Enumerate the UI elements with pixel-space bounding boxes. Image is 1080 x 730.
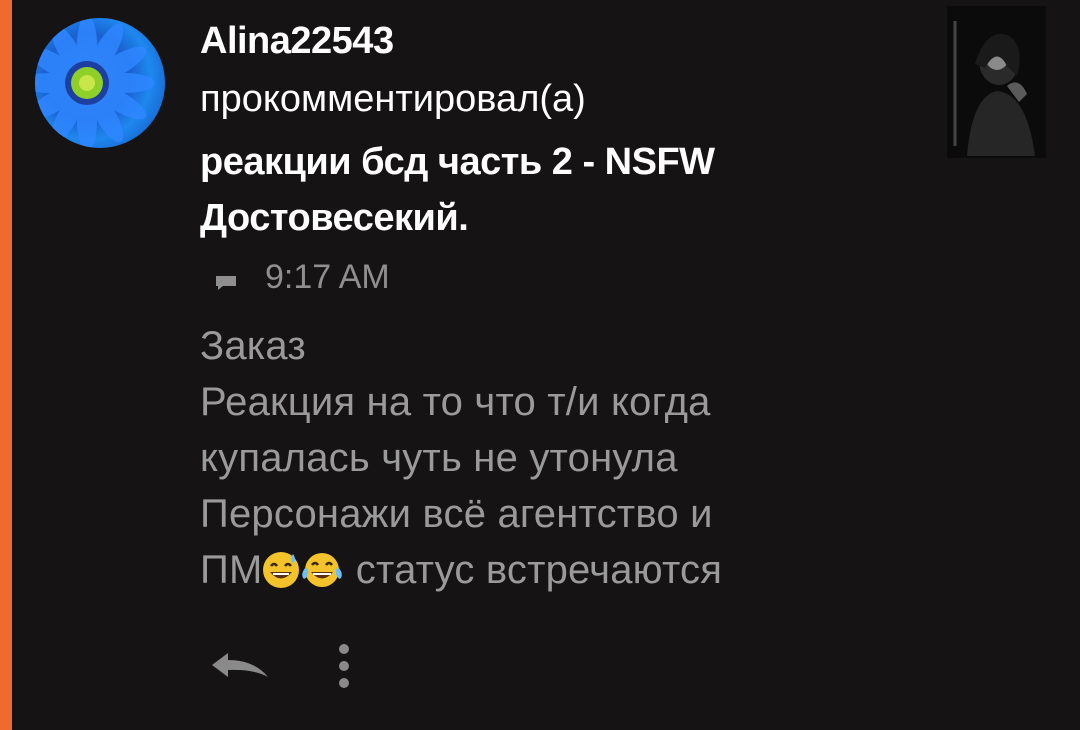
action-text: прокомментировал(а) [200, 78, 586, 120]
tears-of-joy-emoji [300, 548, 344, 604]
reply-icon [212, 653, 268, 677]
comment-line: купалась чуть не утонула [200, 436, 678, 480]
username[interactable]: Alina22543 [200, 20, 394, 63]
more-options-button[interactable] [332, 640, 356, 692]
post-title[interactable]: реакции бсд часть 2 - NSFW Достовесекий. [200, 134, 920, 246]
comment-line-prefix: ПМ [200, 548, 263, 592]
reply-button[interactable] [208, 645, 274, 685]
avatar[interactable] [35, 18, 165, 148]
comment-body: Заказ Реакция на то что т/и когда купала… [200, 318, 920, 604]
comment-notification[interactable]: Alina22543 прокомментировал(а) реакции б… [0, 0, 1080, 730]
comment-line: Заказ [200, 324, 306, 368]
comment-meta: 9:17 AM [215, 255, 390, 299]
comment-line: Персонажи всё агентство и [200, 492, 713, 536]
comment-line-suffix: статус встречаются [344, 548, 723, 592]
comment-line: Реакция на то что т/и когда [200, 380, 711, 424]
comment-line-last: ПМ статус встречаются [200, 542, 920, 604]
accent-bar [0, 0, 12, 730]
comment-time: 9:17 AM [265, 257, 390, 296]
grinning-sweat-emoji [262, 548, 300, 604]
comment-icon [215, 261, 237, 300]
flower-avatar-image [35, 18, 155, 148]
thumbnail-image [947, 6, 1046, 158]
more-vertical-icon [339, 644, 349, 688]
post-thumbnail[interactable] [947, 6, 1046, 158]
